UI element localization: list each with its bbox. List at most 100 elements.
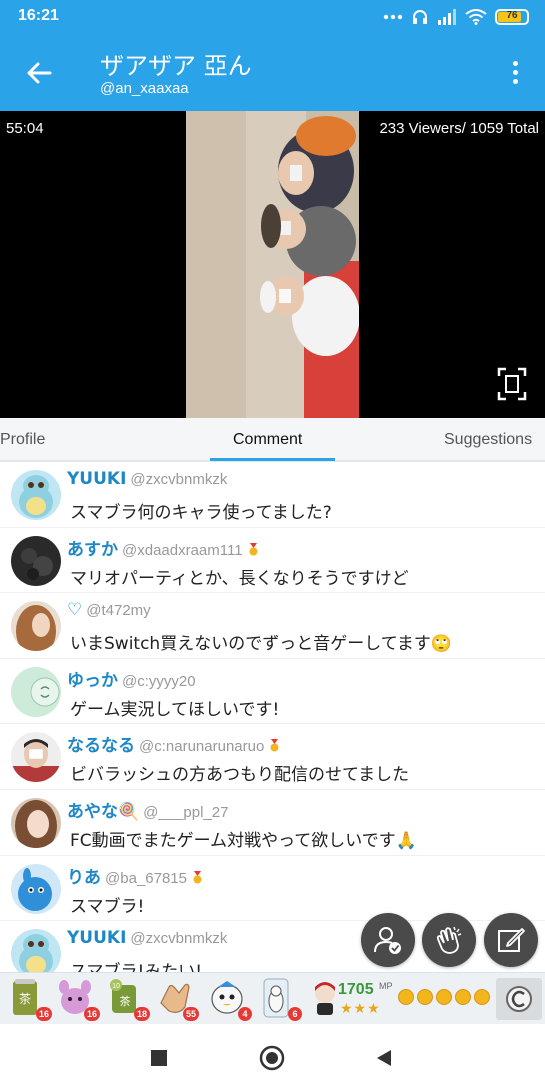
comment-author-handle: @zxcvbnmkzk	[130, 930, 228, 948]
comment-author-name: なるなる	[67, 736, 135, 757]
home-button[interactable]	[258, 1044, 286, 1072]
gift-bar: 茶 16 16 10 茶 18 55 4 6 1705 MP ★★★	[0, 972, 545, 1024]
coin-icon	[417, 989, 433, 1005]
gift-item[interactable]: 4	[208, 977, 252, 1021]
comment-author[interactable]: ゆっか @c:yyyy20	[67, 666, 196, 691]
comment-item[interactable]: ♡ @t472my いまSwitch買えないのでずっと音ゲーしてます🙄	[0, 593, 545, 659]
mint-avatar-image	[11, 666, 61, 717]
recents-button[interactable]	[145, 1044, 173, 1072]
more-dots-icon	[383, 14, 403, 20]
comment-item[interactable]: あやな🍭 @___ppl_27 FC動画でまたゲーム対戦やって欲しいです🙏	[0, 790, 545, 856]
video-elapsed-time: 55:04	[6, 120, 44, 137]
avatar[interactable]	[11, 797, 61, 848]
tab-active-indicator	[210, 458, 335, 461]
mp-stars: ★★★	[340, 1001, 381, 1017]
clap-button[interactable]	[422, 913, 476, 967]
comment-text: スマブラ!みたい!	[70, 957, 202, 972]
gift-count-badge: 4	[238, 1007, 252, 1021]
follow-button[interactable]	[361, 913, 415, 967]
tab-comment[interactable]: Comment	[233, 431, 302, 449]
girl-avatar-image	[11, 797, 61, 848]
coin-icon	[436, 989, 452, 1005]
fullscreen-icon	[497, 367, 527, 401]
mp-value: 1705	[338, 981, 374, 998]
avatar[interactable]	[11, 732, 61, 783]
coin-row	[398, 989, 490, 1005]
gift-count-badge: 6	[288, 1007, 302, 1021]
dark-avatar-image	[11, 535, 61, 586]
person-avatar-image	[11, 732, 61, 783]
comment-author-name: あやな🍭	[67, 801, 140, 822]
comment-author-name: YUUKI	[67, 928, 127, 949]
svg-text:茶: 茶	[19, 991, 31, 1006]
comment-author[interactable]: YUUKI @zxcvbnmkzk	[67, 469, 227, 489]
menu-dot	[512, 79, 518, 84]
clap-icon	[436, 926, 462, 954]
back-nav-button[interactable]	[370, 1044, 398, 1072]
gift-item[interactable]: 16	[56, 977, 100, 1021]
mp-unit: MP	[379, 981, 393, 991]
comment-author[interactable]: あすか @xdaadxraam111	[67, 535, 260, 560]
avatar[interactable]	[11, 535, 61, 586]
wifi-icon	[465, 9, 487, 25]
tab-bar: Profile Comment Suggestions	[0, 418, 545, 462]
comment-list[interactable]: YUUKI @zxcvbnmkzk スマブラ何のキャラ使ってました? あすか @xd…	[0, 462, 545, 972]
user-check-icon	[374, 927, 401, 954]
fullscreen-button[interactable]	[497, 367, 527, 401]
video-frame	[186, 111, 359, 418]
turtle-avatar-image	[11, 470, 61, 520]
page-title: ザアザア 亞ん	[100, 52, 252, 80]
comment-author[interactable]: あやな🍭 @___ppl_27	[67, 797, 228, 822]
avatar[interactable]	[11, 666, 61, 717]
battery-level: 76	[506, 10, 518, 21]
gift-count-badge: 16	[35, 1007, 52, 1021]
menu-dot	[512, 70, 518, 75]
write-comment-button[interactable]	[484, 913, 538, 967]
gift-item[interactable]: 10 茶 18	[106, 977, 150, 1021]
coin-icon	[398, 989, 414, 1005]
comment-author-name: ゆっか	[67, 670, 118, 691]
comment-author[interactable]: なるなる @c:narunarunaruo	[67, 731, 281, 756]
comment-text: スマブラ何のキャラ使ってました?	[70, 503, 332, 523]
tab-suggestions[interactable]: Suggestions	[444, 431, 532, 449]
gift-count-badge: 16	[83, 1007, 100, 1021]
video-player[interactable]: 55:04 233 Viewers/ 1059 Total	[0, 111, 545, 418]
avatar[interactable]	[11, 863, 61, 914]
comment-item[interactable]: あすか @xdaadxraam111 マリオパーティとか、長くなりそうですけど	[0, 528, 545, 594]
avatar[interactable]	[11, 470, 61, 520]
comment-author-name: あすか	[67, 539, 118, 560]
signal-icon	[438, 9, 456, 25]
back-button[interactable]	[22, 56, 56, 90]
comment-author[interactable]: YUUKI @zxcvbnmkzk	[67, 928, 227, 948]
avatar[interactable]	[11, 929, 61, 972]
edit-icon	[498, 928, 525, 952]
gift-item[interactable]: 6	[258, 977, 302, 1021]
comment-text: ビバラッシュの方あつもり配信のせてました	[70, 765, 410, 786]
comment-item[interactable]: りあ @ba_67815 スマブラ!	[0, 856, 545, 922]
comment-author-handle: @t472my	[86, 602, 151, 620]
status-bar: 16:21 76	[0, 0, 545, 34]
comment-author-handle: @c:yyyy20	[122, 672, 196, 690]
svg-text:10: 10	[112, 983, 120, 990]
gift-item[interactable]: 55	[155, 977, 199, 1021]
tab-profile[interactable]: Profile	[0, 431, 45, 449]
comment-author[interactable]: ♡ @t472my	[67, 600, 151, 620]
coin-shop-button[interactable]	[496, 978, 542, 1020]
coin-c-icon	[506, 986, 532, 1012]
comment-item[interactable]: YUUKI @zxcvbnmkzk スマブラ何のキャラ使ってました?	[0, 462, 545, 528]
svg-text:茶: 茶	[120, 995, 131, 1008]
comment-author[interactable]: りあ @ba_67815	[67, 863, 204, 888]
comment-author-name: りあ	[67, 867, 101, 888]
comment-item[interactable]: なるなる @c:narunarunaruo ビバラッシュの方あつもり配信のせてまし…	[0, 724, 545, 790]
headset-icon	[413, 10, 427, 24]
avatar[interactable]	[11, 601, 61, 652]
battery-icon: 76	[495, 9, 529, 25]
comment-item[interactable]: ゆっか @c:yyyy20 ゲーム実況してほしいです!	[0, 659, 545, 725]
overflow-menu-button[interactable]	[505, 58, 525, 88]
gift-item[interactable]: 茶 16	[8, 977, 52, 1021]
comment-author-name: ♡	[67, 600, 83, 621]
comment-author-handle: @ba_67815	[105, 869, 187, 887]
system-nav-bar	[0, 1024, 545, 1090]
comment-author-handle: @zxcvbnmkzk	[130, 471, 228, 488]
viewer-count: 233 Viewers/ 1059 Total	[379, 120, 539, 137]
